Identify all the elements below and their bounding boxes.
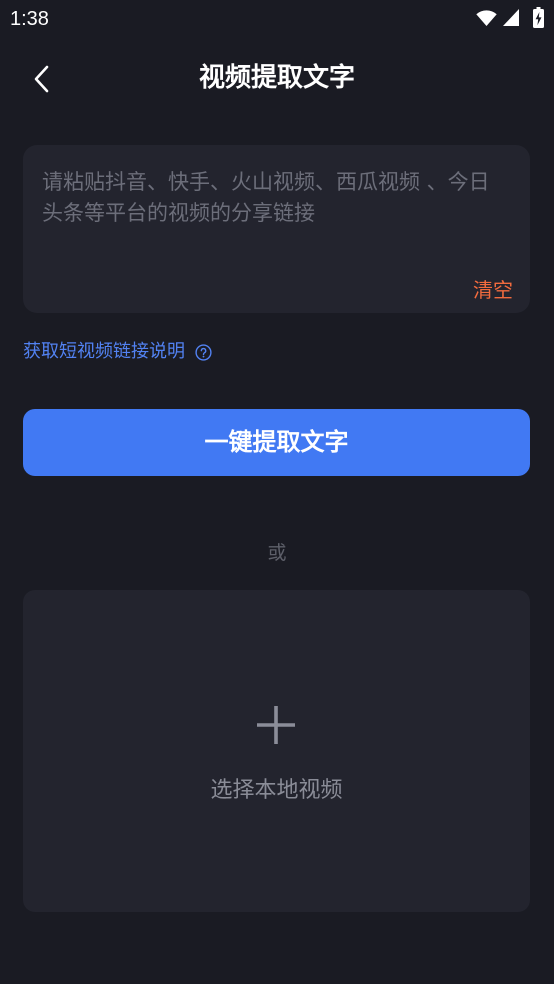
share-link-box: 清空 <box>23 145 530 313</box>
share-link-input[interactable] <box>42 167 504 263</box>
clear-button[interactable]: 清空 <box>473 277 513 303</box>
back-button[interactable] <box>24 56 60 102</box>
battery-charging-icon <box>533 7 544 28</box>
question-circle-icon <box>195 343 212 361</box>
help-link-label: 获取短视频链接说明 <box>23 341 185 362</box>
extract-text-button[interactable]: 一键提取文字 <box>23 409 530 476</box>
signal-icon <box>503 9 519 26</box>
status-time: 1:38 <box>10 8 49 30</box>
select-local-video-label: 选择本地视频 <box>210 778 343 803</box>
page-title: 视频提取文字 <box>198 63 355 93</box>
status-bar: 1:38 <box>0 0 554 38</box>
or-divider: 或 <box>267 542 287 564</box>
plus-icon <box>257 706 295 744</box>
help-link[interactable]: 获取短视频链接说明 <box>23 340 212 364</box>
select-local-video-card[interactable]: 选择本地视频 <box>23 590 530 912</box>
wifi-icon <box>476 10 497 26</box>
chevron-left-icon <box>34 65 49 93</box>
